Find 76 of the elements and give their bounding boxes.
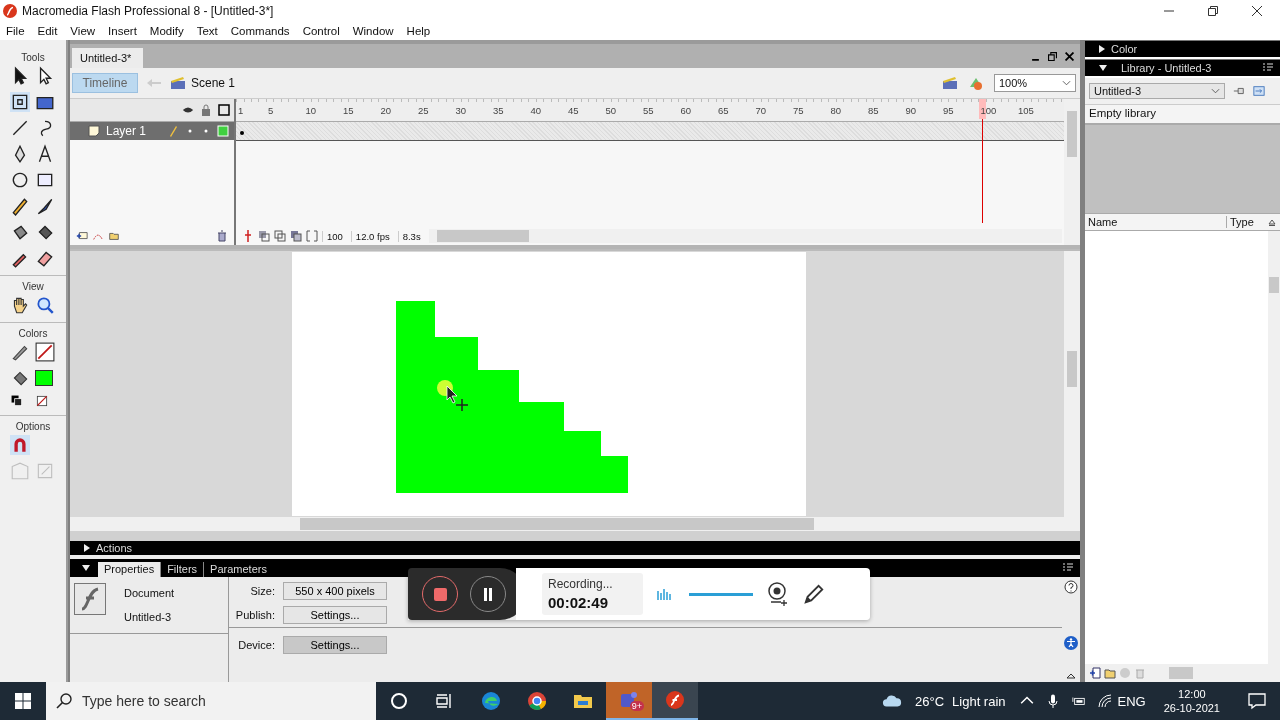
menu-item[interactable]: Window [352,25,400,37]
frame-number: 50 [605,104,618,116]
weather-text[interactable]: Light rain [952,693,1006,709]
library-status: Empty library [1085,104,1280,123]
field-label: Device: [237,639,275,651]
frame-number: 90 [905,104,918,116]
taskbar-search-field[interactable]: Type here to search [46,682,376,720]
zoom-dropdown[interactable]: 100% [994,74,1076,92]
frame-number: 85 [868,104,880,116]
menu-item[interactable]: Commands [230,25,296,37]
window-title: Macromedia Flash Professional 8 - [Untitled-3*] [22,4,274,18]
notification-badge: 9+ [629,701,644,711]
frame-number: 40 [530,104,543,116]
recording-time: 00:02:49 [548,594,610,611]
frame-number: 70 [755,104,768,116]
timeline-button[interactable]: Timeline [72,73,138,93]
frame-number: 95 [943,104,955,116]
column-header[interactable]: Type [1227,216,1268,228]
menu-item[interactable]: Edit [37,25,64,37]
frame-number: 45 [568,104,580,116]
frame-number: 60 [680,104,693,116]
settings-button[interactable]: Settings... [283,606,387,624]
document-name: Untitled-3 [124,611,173,623]
frame-number: 80 [830,104,843,116]
tools-section-title: Colors [0,322,66,339]
panel-tab[interactable]: Properties [98,562,161,577]
language-indicator[interactable]: ENG [1117,693,1146,709]
frame-number: 15 [343,104,355,116]
frame-number: 65 [718,104,730,116]
frame-number: 35 [493,104,505,116]
library-dropdown[interactable]: Untitled-3 [1089,83,1225,99]
frame-number: 1 [238,104,245,116]
panel-tab[interactable]: Filters [160,562,204,577]
frame-number: 100 [980,104,998,116]
settings-button[interactable]: 550 x 400 pixels [283,582,387,600]
library-panel-header[interactable]: Library - Untitled-3 [1085,59,1280,76]
menu-item[interactable]: Help [406,25,437,37]
document-type-label: Document [124,587,175,599]
frame-number: 75 [793,104,805,116]
frame-number: 55 [643,104,655,116]
document-tab[interactable]: Untitled-3* [72,48,144,68]
panel-title: Color [1111,43,1138,55]
layer-row[interactable]: Layer 1 [70,122,234,140]
frame-number: 5 [268,104,275,116]
settings-button[interactable]: Settings... [283,636,387,654]
layer-name: Layer 1 [106,124,147,138]
frame-number: 20 [380,104,393,116]
tools-title: Tools [21,52,45,63]
panel-title: Actions [96,542,133,554]
tools-section-title: Options [0,415,66,432]
menu-item[interactable]: File [6,25,31,37]
frame-number: 105 [1018,104,1035,116]
elapsed-time: 8.3s [397,230,425,242]
color-panel-header[interactable]: Color [1085,40,1280,57]
panel-title: Library - Untitled-3 [1121,62,1212,74]
frame-rate: 12.0 fps [350,230,394,242]
current-frame: 100 [322,230,347,242]
frame-number: 30 [455,104,468,116]
menu-item[interactable]: View [70,25,102,37]
menu-item[interactable]: Modify [149,25,190,37]
frame-number: 25 [418,104,430,116]
temperature[interactable]: 26°C [915,693,945,709]
menu-item[interactable]: Text [196,25,224,37]
actions-panel-header[interactable]: Actions [70,541,1080,555]
menu-item[interactable]: Control [302,25,346,37]
recording-status: Recording... [548,577,613,591]
column-header[interactable]: Name [1085,216,1227,228]
clock-time[interactable]: 12:00 [1178,688,1206,700]
menu-item[interactable]: Insert [108,25,143,37]
scene-label: Scene 1 [191,76,236,90]
panel-tab[interactable]: Parameters [203,562,273,577]
field-label: Size: [249,585,275,597]
tools-section-title: View [0,275,66,292]
frame-number: 10 [305,104,318,116]
field-label: Publish: [234,609,275,621]
clock-date[interactable]: 26-10-2021 [1163,702,1220,714]
